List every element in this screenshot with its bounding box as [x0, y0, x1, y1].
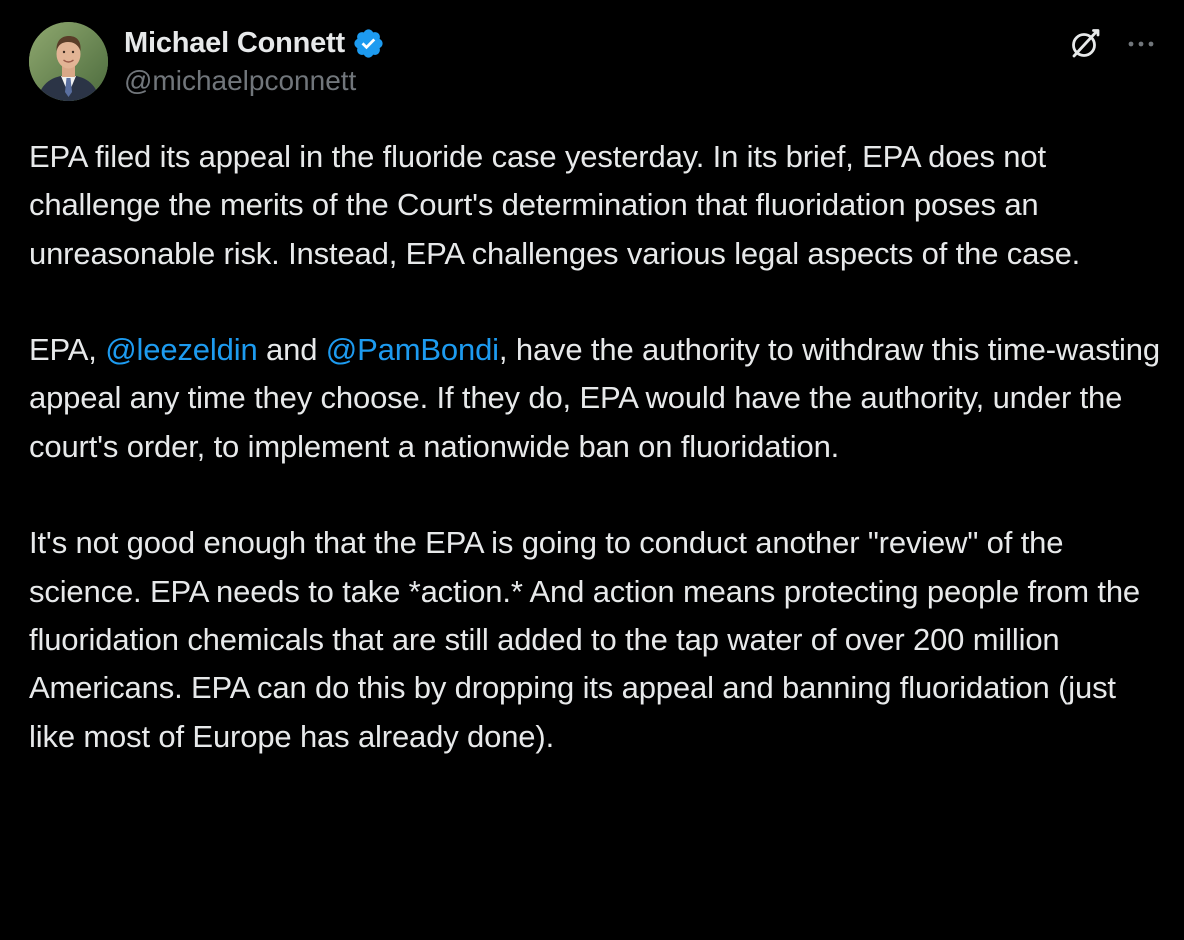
- text-segment: and: [257, 332, 326, 368]
- grok-slash-circle-icon[interactable]: [1068, 27, 1102, 61]
- text-segment: EPA,: [29, 332, 106, 368]
- mention-link-pambondi[interactable]: @PamBondi: [326, 332, 499, 367]
- top-actions: [1068, 27, 1158, 61]
- display-name[interactable]: Michael Connett: [124, 27, 345, 60]
- tweet-paragraph-1: EPA filed its appeal in the fluoride cas…: [29, 139, 1081, 271]
- verified-badge-icon[interactable]: [352, 27, 385, 60]
- tweet-text: EPA filed its appeal in the fluoride cas…: [29, 133, 1164, 761]
- name-row: Michael Connett: [124, 24, 385, 62]
- handle[interactable]: @michaelpconnett: [124, 65, 385, 97]
- mention-link-leezeldin[interactable]: @leezeldin: [105, 332, 257, 367]
- tweet-card: Michael Connett @michaelpconnett EPA fil…: [0, 0, 1184, 940]
- avatar[interactable]: [29, 22, 108, 101]
- author-info: Michael Connett @michaelpconnett: [124, 24, 385, 97]
- tweet-paragraph-2: EPA, @leezeldin and @PamBondi, have the …: [29, 326, 1164, 471]
- tweet-paragraph-3: It's not good enough that the EPA is goi…: [29, 525, 1141, 754]
- more-horizontal-icon[interactable]: [1124, 27, 1158, 61]
